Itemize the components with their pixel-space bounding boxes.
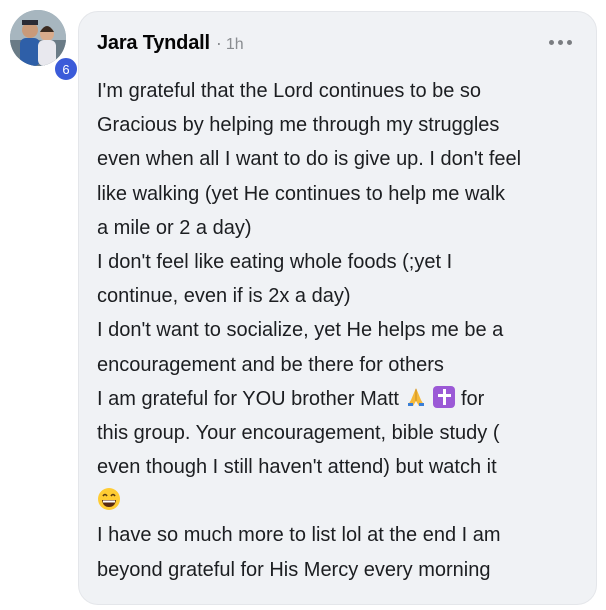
comment-line: continue, even if is 2x a day) — [97, 285, 351, 308]
comment-line: even though I still haven't attend) but … — [97, 456, 497, 479]
comment-line: I don't want to socialize, yet He helps … — [97, 319, 504, 342]
comment-line: this group. Your encouragement, bible st… — [97, 421, 500, 444]
comment-body: I'm grateful that the Lord continues to … — [97, 74, 577, 587]
comment-line: I'm grateful that the Lord continues to … — [97, 80, 482, 102]
grinning-face-icon — [97, 487, 121, 511]
comment-line: I don't feel like eating whole foods (;y… — [97, 250, 453, 273]
comment-line-with-emoji: I am grateful for YOU brother Matt for — [97, 382, 577, 416]
comment-line: Gracious by helping me through my strugg… — [97, 114, 500, 137]
profile-avatar-container[interactable]: 6 — [10, 10, 79, 82]
comment-line: encouragement and be there for others — [97, 353, 444, 376]
timestamp[interactable]: 1h — [226, 36, 244, 54]
comment-bubble: Jara Tyndall · 1h I'm grateful that the … — [78, 11, 597, 605]
comment-line: like walking (yet He continues to help m… — [97, 182, 505, 205]
comment-text: I am grateful for YOU brother Matt — [97, 387, 399, 410]
comment-line-emoji — [97, 484, 577, 518]
latin-cross-icon — [432, 385, 455, 408]
notification-badge: 6 — [53, 56, 79, 82]
comment-line: beyond grateful for His Mercy every morn… — [97, 558, 491, 581]
comment-text: for — [460, 387, 485, 410]
comment-header: Jara Tyndall · 1h — [97, 32, 244, 55]
separator-dot: · — [215, 33, 222, 53]
comment-line: I have so much more to list lol at the e… — [97, 524, 501, 547]
author-name[interactable]: Jara Tyndall — [97, 32, 210, 55]
praying-hands-icon — [405, 385, 427, 407]
comment-line: even when all I want to do is give up. I… — [97, 148, 522, 171]
more-options-icon[interactable] — [549, 40, 572, 45]
comment-line: a mile or 2 a day) — [97, 216, 252, 239]
